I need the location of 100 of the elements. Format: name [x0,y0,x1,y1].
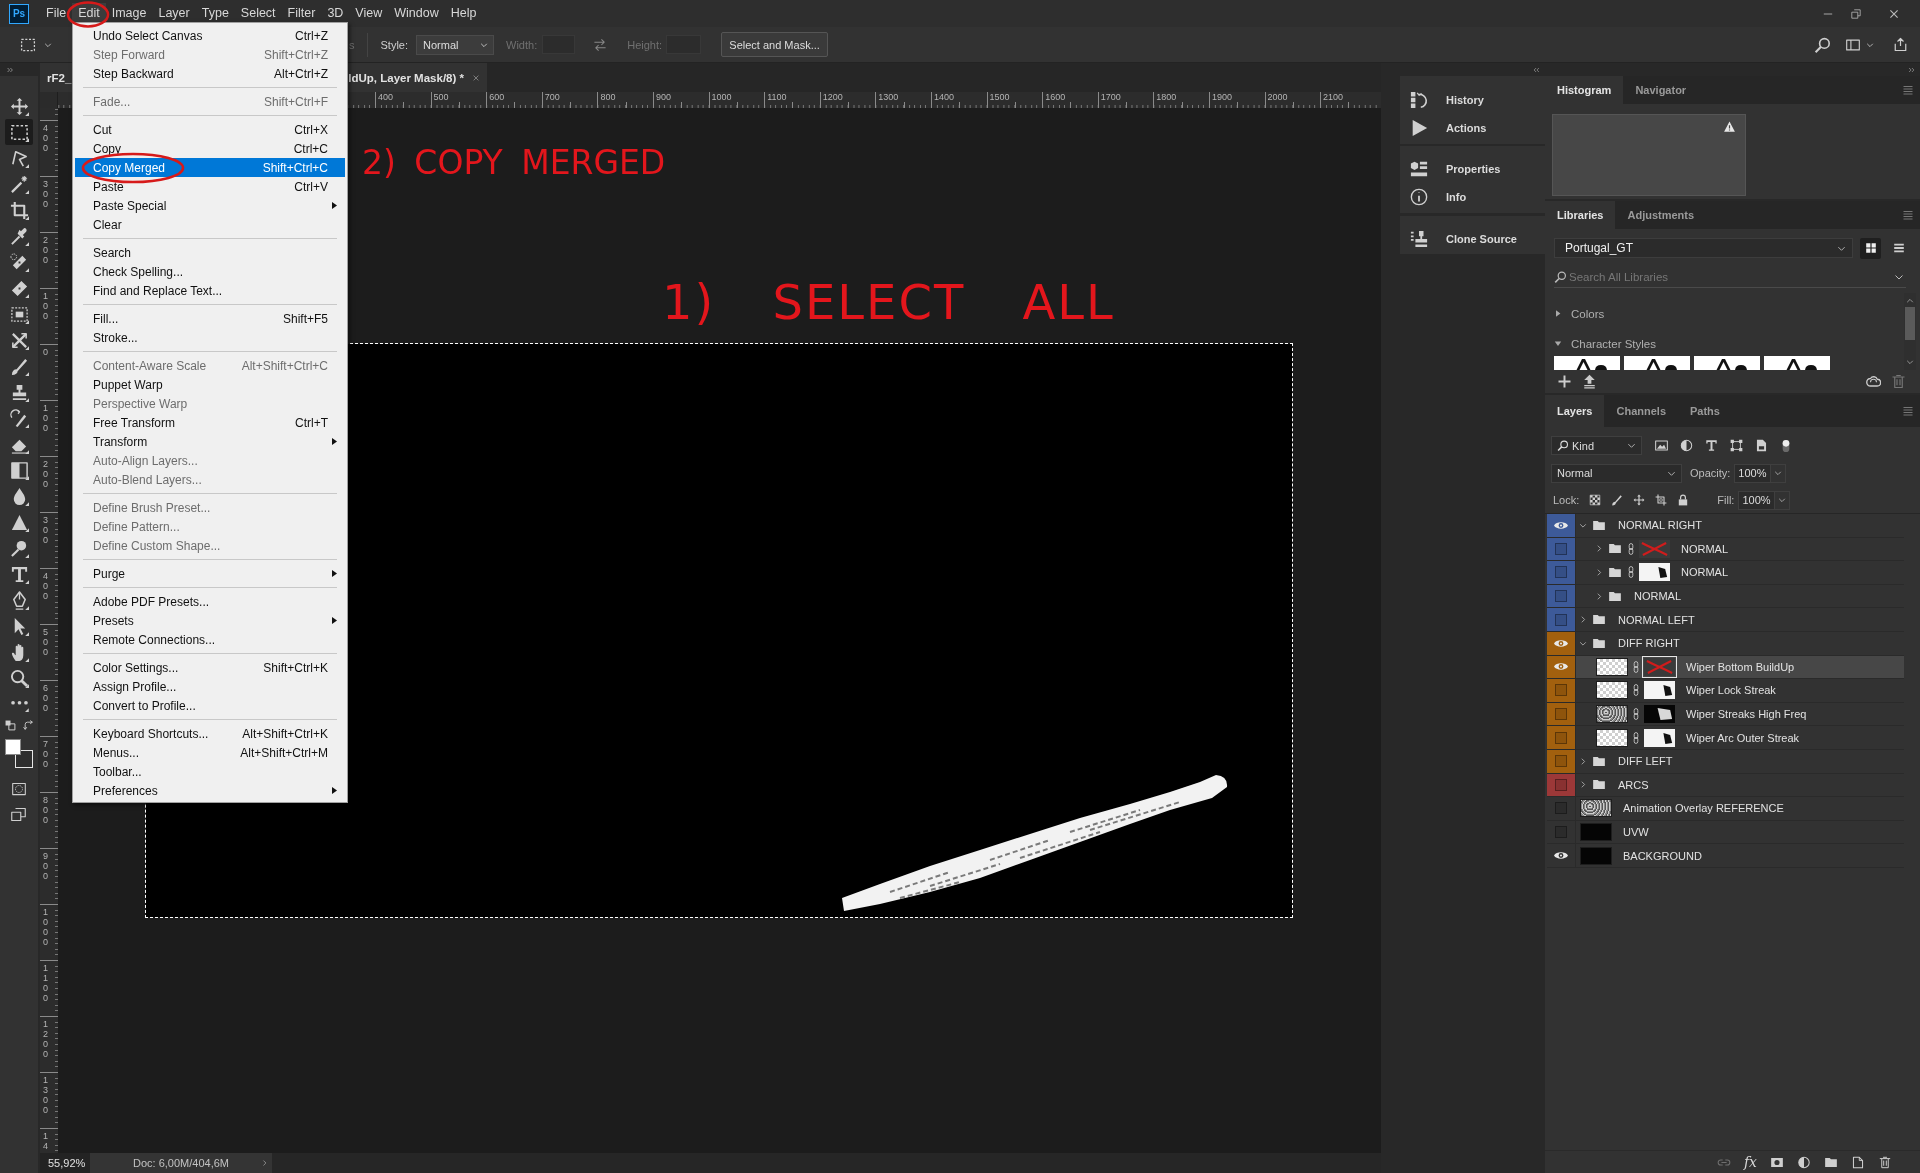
menu-item[interactable]: Paste Special [75,196,345,215]
status-info-bar[interactable]: Doc: 6,00M/404,6M [90,1153,272,1173]
menu-item[interactable]: Convert to Profile... [75,696,345,715]
chevron-right-icon[interactable] [1595,591,1603,601]
grid-view-button[interactable] [1860,237,1881,259]
default-colors-icon[interactable] [5,720,16,731]
eye-icon[interactable] [1554,851,1568,861]
panel-tab[interactable]: Adjustments [1615,201,1707,229]
menu-item[interactable]: Image [105,3,153,24]
search-field[interactable]: Search All Libraries [1569,267,1894,286]
menu-item[interactable]: Step Backward Alt+Ctrl+Z [75,64,345,83]
menu-item[interactable]: Assign Profile... [75,677,345,696]
eye-icon[interactable] [1554,520,1568,530]
layer-row[interactable]: BACKGROUND [1547,844,1904,868]
share-icon[interactable] [1893,37,1908,52]
chevron-right-icon[interactable] [1579,756,1587,766]
type-filter-icon[interactable] [1705,439,1718,452]
layer-row[interactable]: Wiper Streaks High Freq [1547,702,1904,727]
menu-item[interactable]: Remote Connections... [75,630,345,649]
new-layer-icon[interactable] [1851,1155,1865,1169]
panel-button[interactable]: Actions [1400,114,1545,142]
triangle-right-icon[interactable] [1554,309,1562,319]
menu-item[interactable]: Toolbar... [75,762,345,781]
move-lock-icon[interactable] [1633,494,1646,506]
filter-dropdown[interactable]: Kind [1551,436,1642,455]
layer-row[interactable]: Animation Overlay REFERENCE [1547,797,1904,821]
layer-row[interactable]: NORMAL [1547,584,1904,609]
style-thumbnail[interactable] [1624,355,1690,371]
panel-tab[interactable]: Histogram [1545,76,1624,104]
panel-menu-icon[interactable] [1902,85,1914,95]
blend-mode-dropdown[interactable]: Normal [1551,463,1682,483]
restore-icon[interactable] [1850,7,1862,20]
style-thumbnail[interactable] [1554,355,1620,371]
mask-icon[interactable] [1770,1155,1784,1169]
layer-row[interactable]: NORMAL LEFT [1547,608,1904,632]
style-dropdown[interactable]: Normal [416,34,494,55]
menu-item[interactable]: Color Settings... Shift+Ctrl+K [75,658,345,677]
cloud-icon[interactable] [1866,374,1881,390]
menu-item[interactable]: Clear [75,215,345,234]
swap-colors-icon[interactable] [23,720,34,731]
menu-item[interactable]: Help [444,3,483,24]
style-thumbnail[interactable] [1694,355,1760,371]
style-thumbnail[interactable] [1764,355,1830,371]
menu-item[interactable]: Undo Select Canvas Ctrl+Z [75,26,345,45]
panel-tab[interactable]: Paths [1678,395,1732,427]
folder-icon[interactable] [1824,1155,1838,1169]
chevron-right-icon[interactable] [1595,568,1603,577]
panel-button[interactable]: History [1400,86,1545,114]
section-label[interactable]: Colors [1571,307,1605,320]
marquee-tool[interactable] [5,119,33,145]
checkerboard-lock-icon[interactable] [1589,494,1602,506]
menu-item[interactable]: Paste Ctrl+V [75,177,345,196]
layer-row[interactable]: NORMAL RIGHT [1547,514,1904,538]
chevron-right-icon[interactable] [1579,615,1587,625]
chevron-down-icon[interactable] [1905,358,1915,367]
padlock-icon[interactable] [1677,494,1690,506]
menu-item[interactable]: Search [75,243,345,262]
menu-item[interactable]: View [349,3,389,24]
menu-item[interactable]: Layer [152,3,196,24]
menu-item[interactable]: Puppet Warp [75,375,345,394]
effects-button[interactable]: fx [1743,1155,1757,1169]
upload-icon[interactable] [1582,374,1597,390]
layer-row[interactable]: UVW [1547,820,1904,845]
menu-item[interactable]: Cut Ctrl+X [75,120,345,139]
caret-icon[interactable] [44,40,52,49]
chevron-right-icon[interactable] [1579,780,1587,790]
fill-field[interactable]: 100% [1738,490,1776,510]
menu-item[interactable]: Presets [75,611,345,630]
expand-icon[interactable] [6,65,14,74]
menu-item[interactable]: 3D [321,3,350,24]
close-icon[interactable] [1888,7,1900,20]
menu-item[interactable]: Filter [281,3,322,24]
menu-item[interactable]: Check Spelling... [75,262,345,281]
menu-item[interactable]: Transform [75,432,345,451]
menu-item[interactable]: Purge [75,564,345,583]
layer-row[interactable]: DIFF RIGHT [1547,631,1904,656]
close-icon[interactable] [472,73,480,82]
scroll-thumb[interactable] [1905,306,1915,340]
brush-lock-icon[interactable] [1611,494,1624,506]
menu-item[interactable]: Adobe PDF Presets... [75,592,345,611]
menu-item[interactable]: Type [195,3,235,24]
screen-mode-icon[interactable] [10,807,27,822]
shape-filter-icon[interactable] [1730,439,1743,452]
layer-row[interactable]: Wiper Bottom BuildUp [1547,655,1904,680]
layer-row[interactable]: Wiper Arc Outer Streak [1547,726,1904,750]
menu-item[interactable]: Fill... Shift+F5 [75,309,345,328]
document-filter-icon[interactable] [1755,439,1768,452]
layer-row[interactable]: DIFF LEFT [1547,749,1904,774]
menu-item[interactable]: Preferences [75,781,345,800]
menu-item[interactable]: Free Transform Ctrl+T [75,413,345,432]
image-filter-icon[interactable] [1655,439,1668,452]
menu-item[interactable]: Select [234,3,282,24]
layer-row[interactable]: NORMAL [1547,561,1904,585]
search-icon[interactable] [1814,36,1830,53]
panel-menu-icon[interactable] [1902,406,1914,416]
chevron-up-icon[interactable] [1905,296,1915,305]
trash-icon[interactable] [1891,374,1906,390]
menu-item[interactable]: Keyboard Shortcuts... Alt+Shift+Ctrl+K [75,724,345,743]
menu-item[interactable]: Copy Merged Shift+Ctrl+C [75,158,345,177]
opacity-field[interactable]: 100% [1734,463,1772,483]
